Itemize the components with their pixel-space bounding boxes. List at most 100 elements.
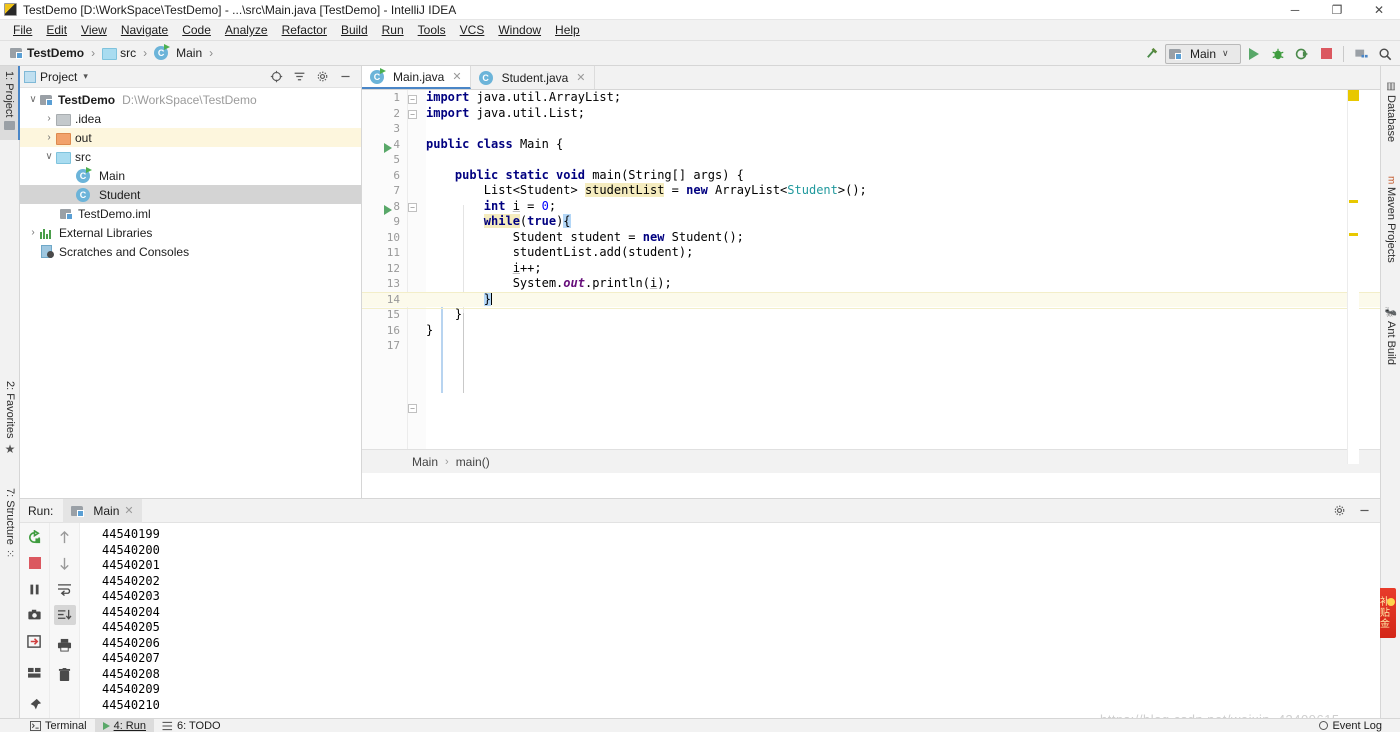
layout-button[interactable] <box>24 663 46 683</box>
status-item-todo[interactable]: 6: TODO <box>154 719 229 732</box>
sidebar-item-structure[interactable]: 7: Structure ⁙ <box>0 483 20 583</box>
scroll-to-end-button[interactable] <box>53 605 76 625</box>
camera-dump-button[interactable] <box>24 605 46 625</box>
pause-button[interactable] <box>24 579 46 599</box>
run-icon <box>102 721 110 730</box>
menu-run[interactable]: Run <box>375 21 411 39</box>
tree-node-src[interactable]: ∨ src <box>20 147 361 166</box>
chevron-down-icon[interactable]: ∨ <box>26 94 40 105</box>
status-item-event-log[interactable]: Event Log <box>1311 719 1390 732</box>
sidebar-item-favorites[interactable]: 2: Favorites ★ <box>0 376 20 468</box>
chevron-right-icon[interactable]: › <box>42 113 56 124</box>
close-icon[interactable]: ✕ <box>452 70 461 83</box>
rerun-button[interactable] <box>24 527 46 547</box>
tree-node-idea[interactable]: › .idea <box>20 109 361 128</box>
chevron-right-icon[interactable]: › <box>26 227 40 238</box>
menu-code[interactable]: Code <box>175 21 218 39</box>
line-number: 9 <box>393 215 400 228</box>
menu-view[interactable]: View <box>74 21 114 39</box>
sidebar-item-maven-projects[interactable]: m Maven Projects <box>1381 171 1400 281</box>
console-line: 44540202 <box>102 573 160 588</box>
stop-button[interactable] <box>1315 43 1337 64</box>
run-button[interactable] <box>1243 43 1265 64</box>
breadcrumb-method[interactable]: main() <box>456 455 490 469</box>
chevron-down-icon[interactable]: ∨ <box>42 151 56 162</box>
editor-tab-student-java[interactable]: C Student.java ✕ <box>470 66 595 89</box>
tree-node-external-libraries[interactable]: › External Libraries <box>20 223 361 242</box>
minimize-button[interactable]: ─ <box>1274 0 1316 20</box>
app-logo-icon <box>4 3 17 16</box>
hide-icon[interactable] <box>338 69 353 84</box>
locate-icon[interactable] <box>269 69 284 84</box>
code-area[interactable]: − − − − 1 import java.util.ArrayList; 2 im… <box>362 90 1380 473</box>
warning-marker-icon[interactable] <box>1348 90 1359 101</box>
project-icon <box>3 121 15 131</box>
down-arrow-button[interactable] <box>54 553 76 573</box>
breadcrumb-item-project[interactable]: TestDemo <box>8 45 86 61</box>
warning-marker-icon[interactable] <box>1349 200 1358 203</box>
tree-node-main[interactable]: C Main <box>20 166 361 185</box>
close-icon[interactable]: ✕ <box>576 71 585 84</box>
tree-node-scratches[interactable]: Scratches and Consoles <box>20 242 361 261</box>
stop-button[interactable] <box>24 553 46 573</box>
run-tab-main[interactable]: Main ✕ <box>63 498 142 523</box>
tree-node-student[interactable]: C Student <box>20 185 361 204</box>
soft-wrap-button[interactable] <box>54 579 76 599</box>
tree-node-label: Scratches and Consoles <box>59 244 190 259</box>
menu-navigate[interactable]: Navigate <box>114 21 175 39</box>
menu-analyze[interactable]: Analyze <box>218 21 275 39</box>
chevron-right-icon[interactable]: › <box>42 132 56 143</box>
clear-all-button[interactable] <box>54 665 76 685</box>
breadcrumb-item-main[interactable]: C Main <box>152 44 204 61</box>
title-bar: TestDemo [D:\WorkSpace\TestDemo] - ...\s… <box>0 0 1400 20</box>
debug-button[interactable] <box>1267 43 1289 64</box>
structure-icon: ⁙ <box>3 548 16 559</box>
sidebar-item-database[interactable]: ▥ Database <box>1381 76 1400 150</box>
collapse-all-icon[interactable] <box>292 69 307 84</box>
breadcrumb-class[interactable]: Main <box>412 455 438 469</box>
menu-refactor[interactable]: Refactor <box>275 21 334 39</box>
project-tree: ∨ TestDemo D:\WorkSpace\TestDemo › .idea… <box>20 88 361 261</box>
status-item-terminal[interactable]: Terminal <box>22 719 95 732</box>
settings-gear-icon[interactable] <box>315 69 330 84</box>
settings-gear-icon[interactable] <box>1332 503 1347 518</box>
status-item-run[interactable]: 4: Run <box>94 718 154 732</box>
run-panel-body: 44540199 44540200 44540201 44540202 4454… <box>20 523 1380 719</box>
search-everywhere-button[interactable] <box>1374 43 1396 64</box>
build-hammer-icon[interactable] <box>1141 43 1163 64</box>
run-with-coverage-button[interactable] <box>1291 43 1313 64</box>
error-stripe-marker-bar[interactable] <box>1347 90 1359 464</box>
breadcrumb-item-src[interactable]: src <box>100 45 138 61</box>
pin-button[interactable] <box>24 695 46 715</box>
source-code[interactable]: 1 import java.util.ArrayList; 2 import jav… <box>362 90 1380 473</box>
menu-help[interactable]: Help <box>548 21 587 39</box>
hide-icon[interactable] <box>1357 503 1372 518</box>
export-button[interactable] <box>24 631 46 651</box>
tree-node-out[interactable]: › out <box>20 128 361 147</box>
library-icon <box>40 227 54 239</box>
maximize-button[interactable]: ❐ <box>1316 0 1358 20</box>
menu-vcs[interactable]: VCS <box>453 21 492 39</box>
menu-build[interactable]: Build <box>334 21 375 39</box>
print-button[interactable] <box>54 635 76 655</box>
sidebar-item-ant-build[interactable]: 🐜 Ant Build <box>1381 301 1400 379</box>
chevron-down-icon[interactable]: ▾ <box>83 71 88 82</box>
menu-window[interactable]: Window <box>491 21 548 39</box>
close-button[interactable]: ✕ <box>1358 0 1400 20</box>
console-line: 44540206 <box>102 635 160 650</box>
tree-node-iml[interactable]: TestDemo.iml <box>20 204 361 223</box>
sidebar-item-project[interactable]: 1: Project <box>0 66 20 140</box>
menu-file[interactable]: File <box>6 21 39 39</box>
editor-tab-main-java[interactable]: C Main.java ✕ <box>362 66 471 89</box>
console-output[interactable]: 44540199 44540200 44540201 44540202 4454… <box>80 523 1380 719</box>
menu-tools[interactable]: Tools <box>411 21 453 39</box>
code-line-current: 14 } <box>362 291 1380 309</box>
tool-tab-label: 7: Structure <box>4 488 16 545</box>
up-arrow-button[interactable] <box>54 527 76 547</box>
warning-marker-icon[interactable] <box>1349 233 1358 236</box>
menu-edit[interactable]: Edit <box>39 21 74 39</box>
close-icon[interactable]: ✕ <box>124 504 133 517</box>
tree-node-testdemo[interactable]: ∨ TestDemo D:\WorkSpace\TestDemo <box>20 90 361 109</box>
run-configuration-selector[interactable]: Main ∨ <box>1165 43 1241 64</box>
project-structure-button[interactable] <box>1350 43 1372 64</box>
